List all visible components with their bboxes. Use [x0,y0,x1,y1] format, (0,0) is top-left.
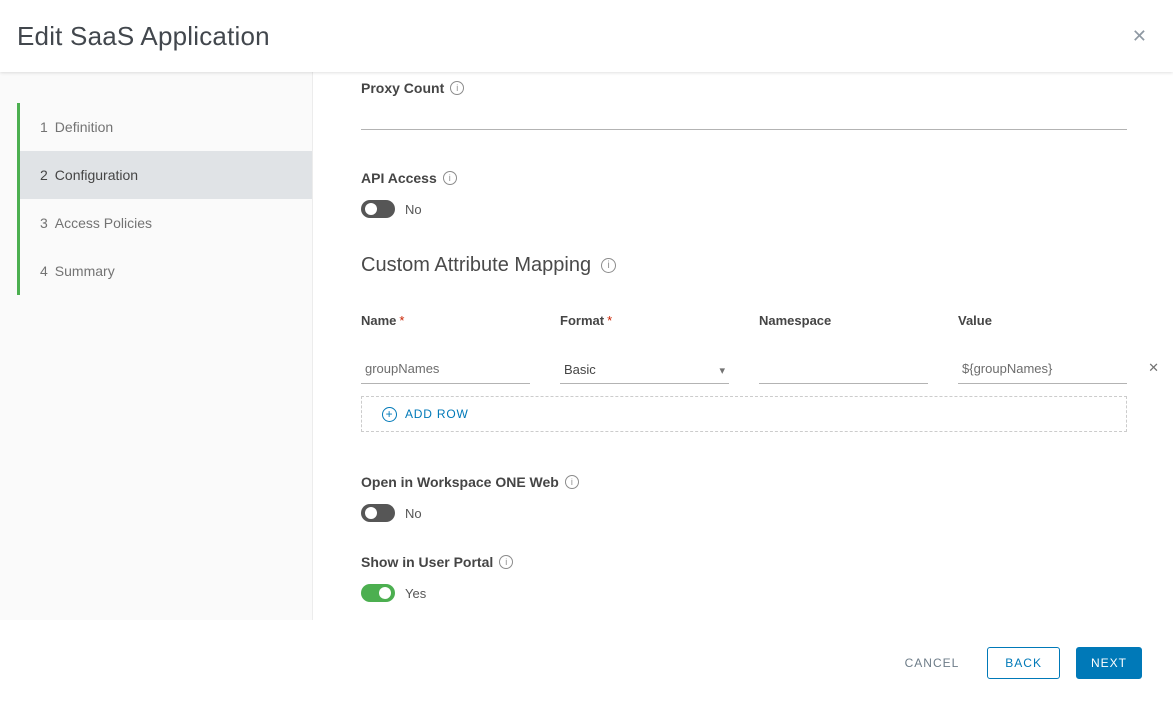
api-access-label-row: API Access i [361,170,1127,186]
step-number: 4 [40,263,48,279]
chevron-down-icon: ▾ [719,366,725,377]
configuration-form: Proxy Count i API Access i No Custom Att… [313,72,1173,620]
open-web-label: Open in Workspace ONE Web [361,474,559,490]
remove-row-icon[interactable]: ✕ [1146,358,1161,378]
open-web-label-row: Open in Workspace ONE Web i [361,474,1127,490]
required-marker: * [607,313,612,328]
show-portal-state: Yes [405,586,426,601]
api-access-state: No [405,202,422,217]
add-row-container: + ADD ROW [361,396,1127,432]
info-icon[interactable]: i [499,555,513,569]
required-marker: * [399,313,404,328]
info-icon[interactable]: i [450,81,464,95]
column-header-format: Format* [560,313,729,328]
step-access-policies[interactable]: 3 Access Policies [20,199,312,247]
open-web-toggle-row: No [361,504,1127,522]
column-header-value: Value [958,313,1127,328]
custom-attribute-mapping-title: Custom Attribute Mapping [361,254,591,277]
dialog-body: 1 Definition 2 Configuration 3 Access Po… [0,72,1173,620]
back-button[interactable]: BACK [987,647,1060,679]
column-label: Name [361,313,396,328]
show-portal-label: Show in User Portal [361,554,493,570]
proxy-count-field: Proxy Count i [361,80,1127,130]
api-access-toggle[interactable] [361,200,395,218]
step-configuration[interactable]: 2 Configuration [20,151,312,199]
info-icon[interactable]: i [443,171,457,185]
dialog-header: Edit SaaS Application ✕ [0,0,1173,72]
step-number: 3 [40,215,48,231]
attribute-table-header: Name* Format* Namespace Value [361,313,1127,328]
custom-attribute-mapping-title-row: Custom Attribute Mapping i [361,254,1127,277]
show-portal-toggle-row: Yes [361,584,1127,602]
attribute-value-input[interactable] [958,354,1127,384]
step-label: Summary [55,263,115,279]
show-in-user-portal-field: Show in User Portal i Yes [361,554,1127,602]
step-label: Configuration [55,167,138,183]
add-row-button[interactable]: + ADD ROW [382,407,469,422]
close-icon[interactable]: ✕ [1128,23,1151,49]
format-selected-value: Basic [564,362,596,377]
wizard-sidebar: 1 Definition 2 Configuration 3 Access Po… [0,72,313,620]
add-row-label: ADD ROW [405,407,469,421]
api-access-label: API Access [361,170,437,186]
step-label: Definition [55,119,113,135]
step-label: Access Policies [55,215,152,231]
step-number: 2 [40,167,48,183]
dialog-title: Edit SaaS Application [17,21,270,52]
api-access-field: API Access i No [361,170,1127,218]
info-icon[interactable]: i [601,258,616,273]
info-icon[interactable]: i [565,475,579,489]
open-in-workspace-one-web-field: Open in Workspace ONE Web i No [361,474,1127,522]
open-web-toggle[interactable] [361,504,395,522]
attribute-name-input[interactable] [361,354,530,384]
attribute-table-row: Basic ▾ ✕ [361,354,1127,384]
edit-saas-application-dialog: Edit SaaS Application ✕ 1 Definition 2 C… [0,0,1173,706]
step-number: 1 [40,119,48,135]
column-header-namespace: Namespace [759,313,928,328]
column-label: Namespace [759,313,831,328]
show-portal-label-row: Show in User Portal i [361,554,1127,570]
dialog-footer: CANCEL BACK NEXT [0,620,1173,706]
proxy-count-label: Proxy Count [361,80,444,96]
open-web-state: No [405,506,422,521]
wizard-steps: 1 Definition 2 Configuration 3 Access Po… [17,103,312,295]
proxy-count-label-row: Proxy Count i [361,80,1127,96]
cancel-button[interactable]: CANCEL [895,647,970,679]
attribute-namespace-input[interactable] [759,354,928,384]
step-definition[interactable]: 1 Definition [20,103,312,151]
show-portal-toggle[interactable] [361,584,395,602]
attribute-format-select[interactable]: Basic ▾ [560,354,729,384]
plus-circle-icon: + [382,407,397,422]
api-access-toggle-row: No [361,200,1127,218]
column-label: Format [560,313,604,328]
next-button[interactable]: NEXT [1076,647,1142,679]
column-label: Value [958,313,992,328]
column-header-name: Name* [361,313,530,328]
proxy-count-input[interactable] [361,96,1127,130]
step-summary[interactable]: 4 Summary [20,247,312,295]
